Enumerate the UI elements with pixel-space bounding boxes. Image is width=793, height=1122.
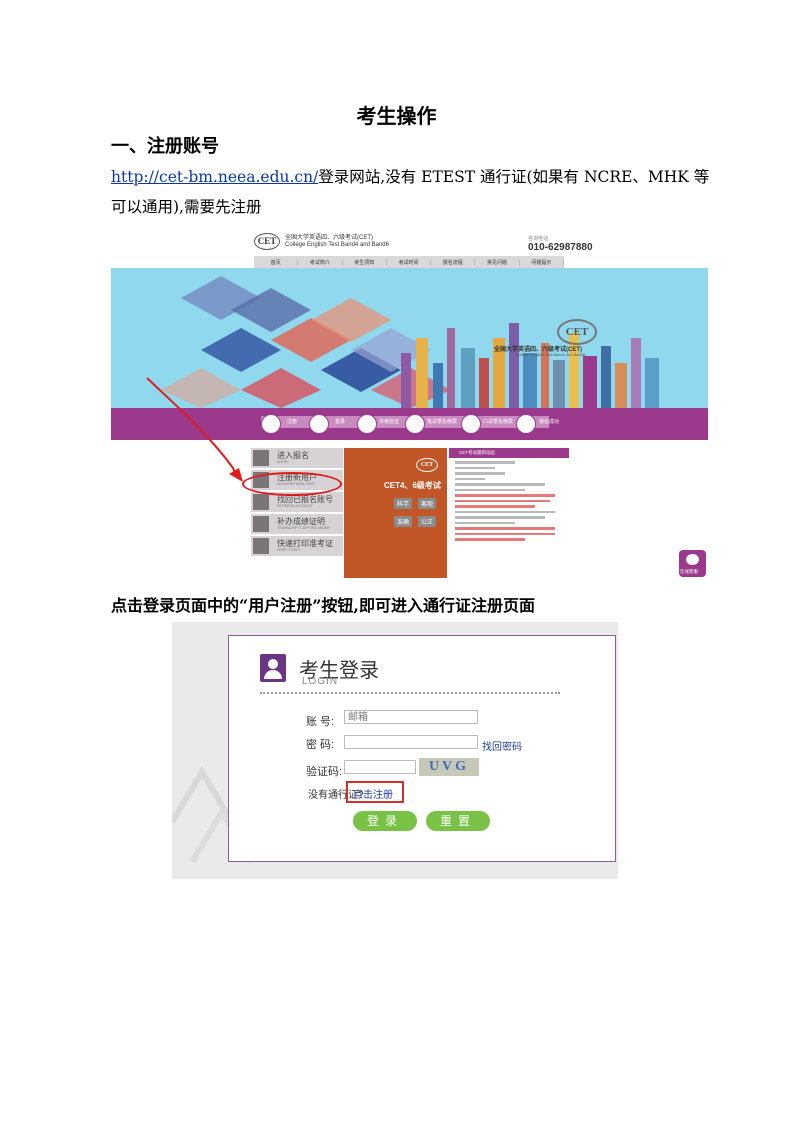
- reset-button[interactable]: 重置: [426, 811, 490, 831]
- annotation-arrow: [146, 377, 243, 482]
- password-input[interactable]: [344, 735, 478, 749]
- password-label: 密 码:: [306, 739, 335, 751]
- user-icon: [260, 654, 286, 682]
- login-button[interactable]: 登录: [353, 811, 417, 831]
- account-label: 账 号:: [306, 716, 335, 728]
- register-link[interactable]: 点击注册: [353, 786, 393, 801]
- intro-paragraph: http://cet-bm.neea.edu.cn/登录网站,没有 ETEST …: [111, 162, 721, 222]
- login-screenshot: 考生登录 LOGIN 账 号: 邮箱 密 码: 找回密码 验证码: UVG 没有…: [172, 622, 618, 879]
- divider: [260, 692, 560, 694]
- captcha-input[interactable]: [344, 760, 416, 774]
- retrieve-password-link[interactable]: 找回密码: [482, 738, 522, 753]
- section-heading: 一、注册账号: [111, 136, 219, 157]
- site-link[interactable]: http://cet-bm.neea.edu.cn/: [111, 168, 318, 186]
- account-input[interactable]: 邮箱: [344, 710, 478, 724]
- captcha-label: 验证码:: [306, 766, 343, 778]
- page-title: 考生操作: [356, 104, 437, 128]
- login-subtitle: LOGIN: [302, 676, 339, 687]
- captcha-image[interactable]: UVG: [419, 758, 479, 776]
- caption: 点击登录页面中的“用户注册”按钮,即可进入通行证注册页面: [111, 596, 535, 615]
